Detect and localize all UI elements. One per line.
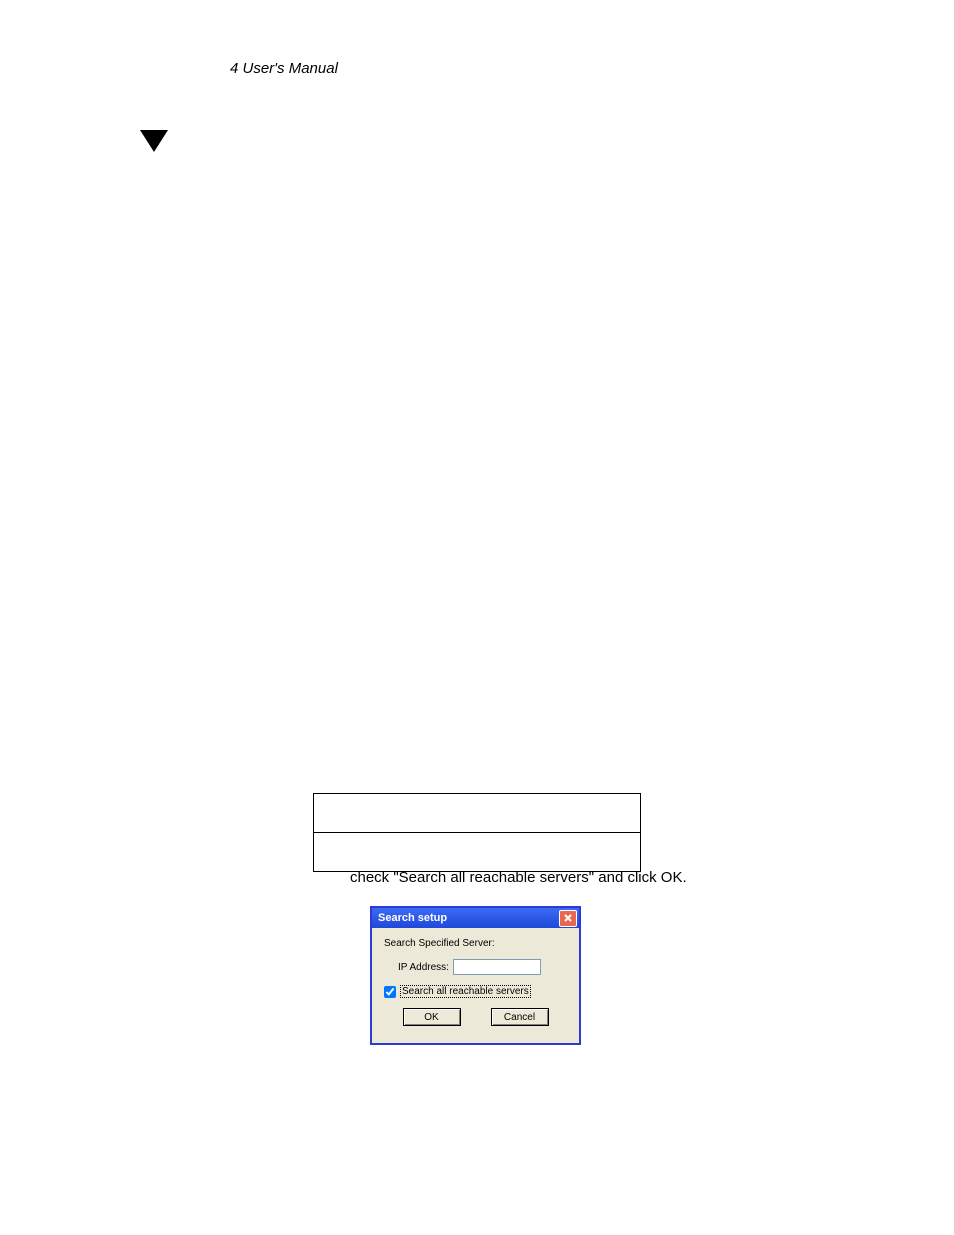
instruction-text: check "Search all reachable servers" and… (350, 869, 687, 886)
table-cell (314, 833, 641, 872)
table-placeholder (313, 793, 641, 872)
page-header: 4 User's Manual (230, 60, 338, 77)
dialog-body: Search Specified Server: IP Address: Sea… (372, 928, 579, 1032)
search-all-checkbox[interactable] (384, 986, 396, 998)
checkbox-row: Search all reachable servers (384, 985, 567, 998)
ip-address-input[interactable] (453, 959, 541, 975)
spec-server-label: Search Specified Server: (384, 938, 567, 949)
triangle-down-icon (140, 130, 168, 152)
ip-row: IP Address: (398, 959, 567, 975)
close-button[interactable] (559, 910, 577, 927)
close-icon (563, 913, 573, 923)
ok-button[interactable]: OK (403, 1008, 461, 1026)
ip-address-label: IP Address: (398, 962, 449, 973)
search-all-label: Search all reachable servers (400, 985, 531, 998)
button-row: OK Cancel (384, 1008, 567, 1026)
dialog-title: Search setup (378, 912, 447, 924)
dialog-titlebar: Search setup (372, 908, 579, 928)
search-setup-dialog: Search setup Search Specified Server: IP… (370, 906, 581, 1045)
document-page: 4 User's Manual check "Search all reacha… (0, 0, 954, 1235)
cancel-button[interactable]: Cancel (491, 1008, 549, 1026)
table-cell (314, 794, 641, 833)
